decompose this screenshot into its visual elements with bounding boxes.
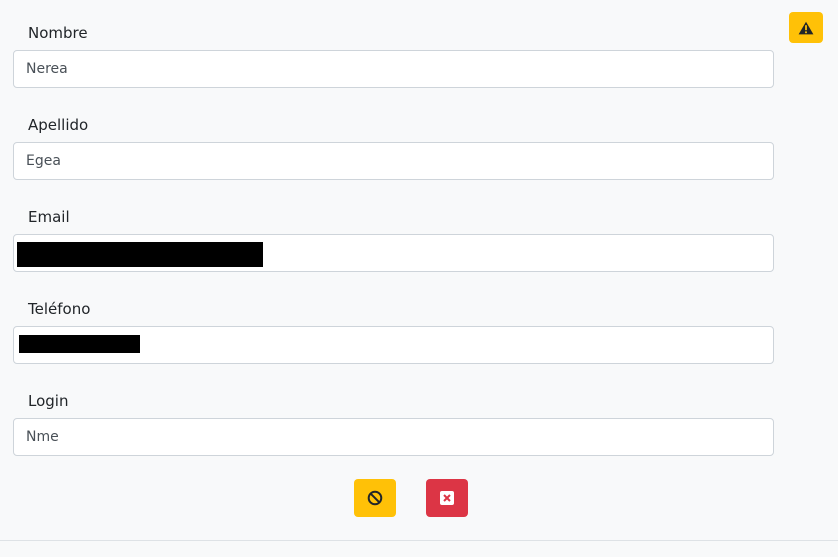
nombre-label: Nombre bbox=[28, 24, 88, 42]
telefono-label: Teléfono bbox=[28, 300, 91, 318]
footer-divider bbox=[0, 540, 838, 541]
warning-button[interactable] bbox=[789, 12, 823, 43]
login-label: Login bbox=[28, 392, 69, 410]
close-square-icon bbox=[440, 491, 454, 505]
apellido-label: Apellido bbox=[28, 116, 89, 134]
email-redaction bbox=[17, 242, 263, 267]
telefono-redaction bbox=[19, 335, 140, 353]
apellido-input[interactable] bbox=[13, 142, 774, 180]
login-input[interactable] bbox=[13, 418, 774, 456]
delete-button[interactable] bbox=[426, 479, 468, 517]
email-label: Email bbox=[28, 208, 70, 226]
warning-icon bbox=[798, 21, 814, 34]
nombre-input[interactable] bbox=[13, 50, 774, 88]
ban-icon bbox=[367, 490, 383, 506]
cancel-button[interactable] bbox=[354, 479, 396, 517]
